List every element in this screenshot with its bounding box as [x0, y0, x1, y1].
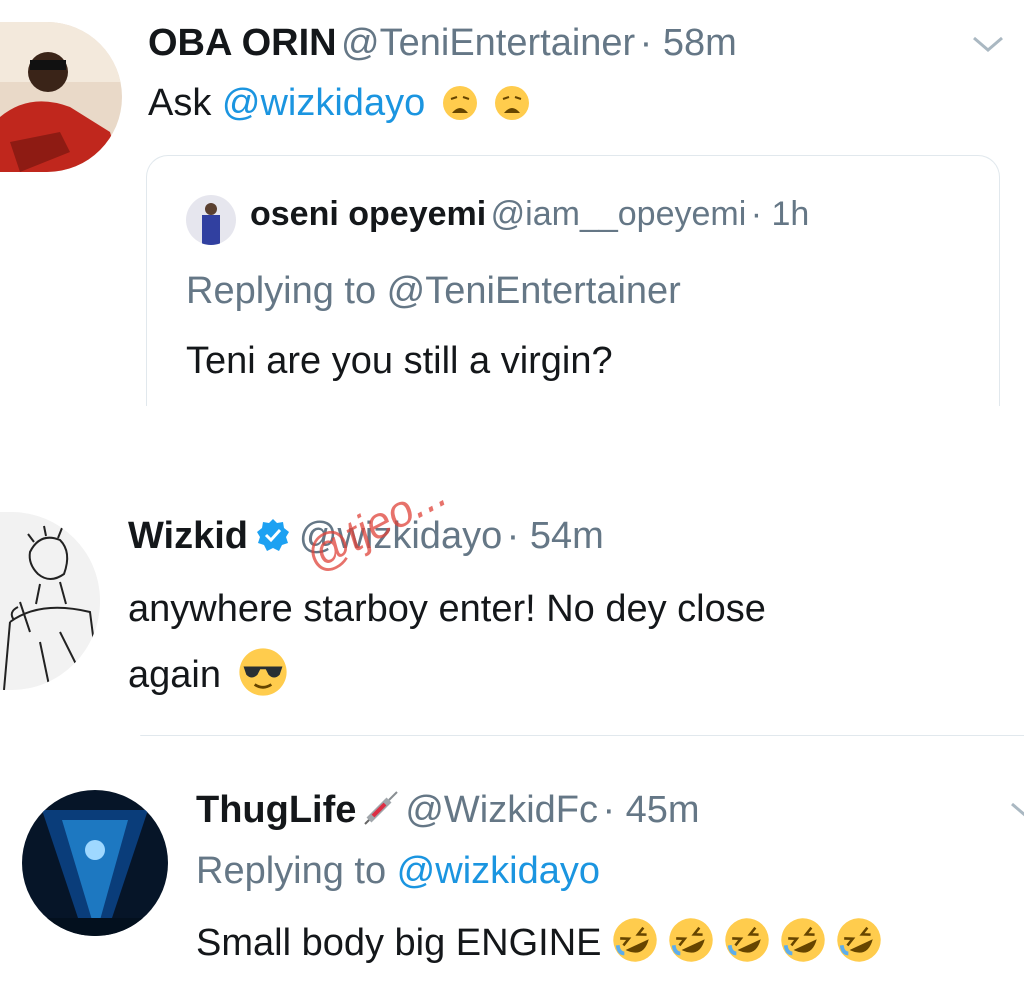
tweet1-name[interactable]: OBA ORIN: [148, 22, 337, 64]
avatar-thuglife[interactable]: [22, 790, 168, 936]
tweet1-text: Ask @wizkidayo: [148, 72, 530, 134]
quoted-replying-handle[interactable]: @TeniEntertainer: [387, 270, 681, 312]
tweet3-time: · 45m: [602, 789, 700, 831]
weary-face-emoji-icon: [442, 86, 477, 120]
tweet3-text-body: Small body big ENGINE: [196, 922, 602, 964]
quoted-text: Teni are you still a virgin?: [186, 340, 613, 382]
tweet3-text: Small body big ENGINE: [196, 912, 882, 974]
tweet3-replying-to: Replying to @wizkidayo: [196, 850, 600, 893]
tweet1-header: OBA ORIN @TeniEntertainer · 58m: [148, 22, 737, 65]
verified-badge-icon: [256, 518, 290, 552]
tweet1-mention[interactable]: @wizkidayo: [222, 82, 425, 124]
tweet2-text-line2: again: [128, 644, 288, 706]
rofl-emoji-icon: [780, 918, 825, 962]
avatar-wizkid[interactable]: [0, 512, 100, 690]
tweet2-text-line2-word: again: [128, 654, 221, 696]
rofl-emoji-icon: [668, 918, 713, 962]
tweet3-name[interactable]: ThugLife: [196, 789, 356, 831]
tweet2-name[interactable]: Wizkid: [128, 515, 248, 557]
tweet3-handle[interactable]: @WizkidFc: [405, 789, 598, 831]
rofl-emoji-icon: [724, 918, 769, 962]
tweet3-header: ThugLife @WizkidFc · 45m: [196, 788, 700, 832]
tweet3-replying-handle[interactable]: @wizkidayo: [397, 850, 600, 892]
rofl-emoji-row: [602, 918, 882, 964]
tweet2-time: · 54m: [506, 515, 604, 557]
quoted-replying-label: Replying to: [186, 270, 387, 312]
tweet1-handle[interactable]: @TeniEntertainer: [341, 22, 635, 64]
chevron-down-icon[interactable]: [1008, 798, 1024, 818]
syringe-icon: [361, 788, 401, 828]
rofl-emoji-icon: [612, 918, 657, 962]
quoted-header: oseni opeyemi @iam__opeyemi · 1h: [250, 195, 809, 234]
rofl-emoji-icon: [836, 918, 881, 962]
tweet2-text-line1: anywhere starboy enter! No dey close: [128, 588, 766, 630]
quoted-name[interactable]: oseni opeyemi: [250, 195, 486, 233]
avatar-oba-orin[interactable]: [0, 22, 122, 172]
quoted-time: · 1h: [750, 195, 810, 233]
weary-face-emoji-icon: [495, 86, 530, 120]
divider: [140, 735, 1024, 736]
quoted-replying-to: Replying to @TeniEntertainer: [186, 270, 681, 313]
quoted-handle[interactable]: @iam__opeyemi: [491, 195, 747, 233]
sunglasses-emoji-icon: [238, 648, 287, 696]
tweet1-text-prefix: Ask: [148, 82, 222, 124]
tweet3-replying-label: Replying to: [196, 850, 397, 892]
chevron-down-icon[interactable]: [970, 32, 1006, 56]
tweet1-time[interactable]: · 58m: [640, 22, 737, 64]
avatar-oseni-opeyemi[interactable]: [186, 195, 236, 245]
